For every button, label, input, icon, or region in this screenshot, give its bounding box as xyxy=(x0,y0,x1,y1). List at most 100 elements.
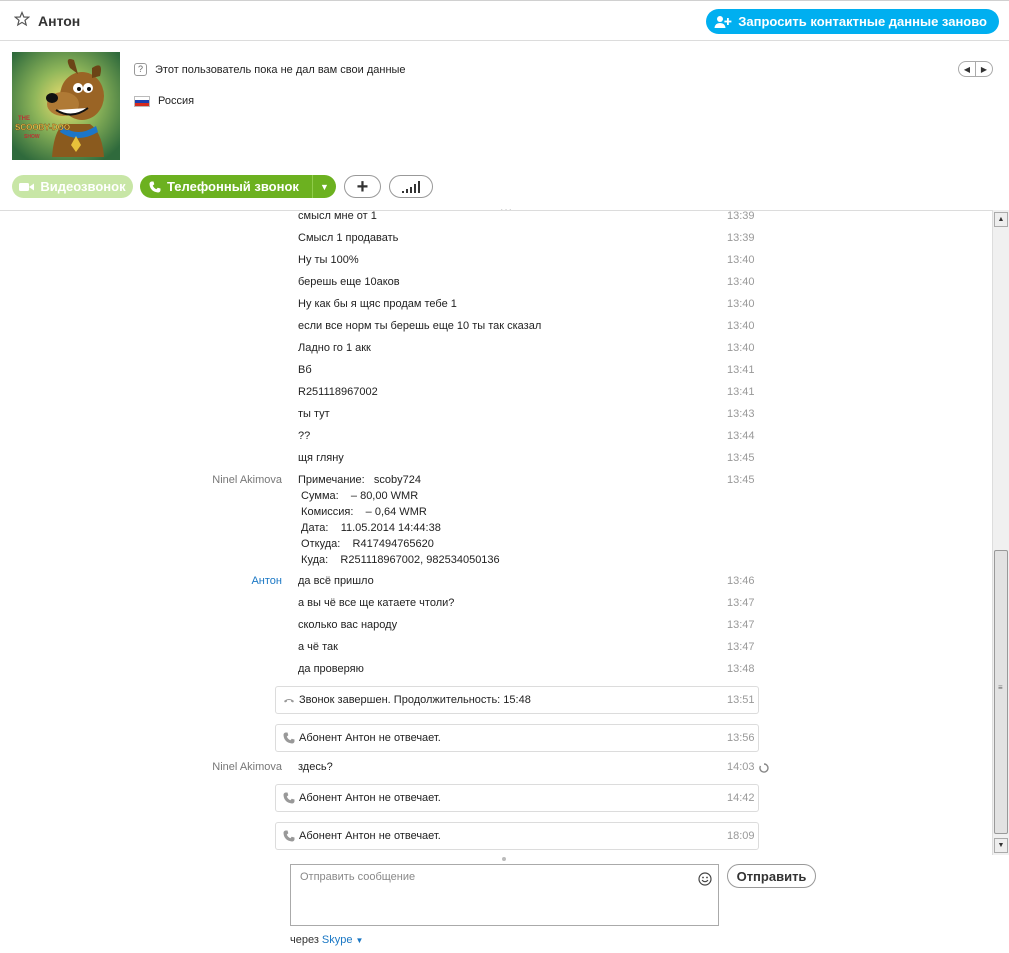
phone-call-dropdown-icon[interactable]: ▼ xyxy=(312,175,336,198)
message-input-placeholder: Отправить сообщение xyxy=(300,871,416,883)
scrollbar-thumb[interactable]: ≡ xyxy=(994,550,1008,834)
message-time: 13:41 xyxy=(727,386,755,398)
message-text: да всё пришло xyxy=(298,575,374,587)
scrollbar-grip-icon: ≡ xyxy=(998,683,1003,692)
message-text: щя гляну xyxy=(298,452,344,464)
missed-call-event: Абонент Антон не отвечает. 18:09 xyxy=(275,822,759,850)
message-text: да проверяю xyxy=(298,663,364,675)
hang-up-icon xyxy=(284,699,294,703)
message-text: Вб xyxy=(298,364,312,376)
note-line: Сумма: – 80,00 WMR xyxy=(298,490,419,502)
message-text: Ну как бы я щяс продам тебе 1 xyxy=(298,298,457,310)
chat-message: если все норм ты берешь еще 10 ты так ск… xyxy=(0,320,992,338)
message-time: 13:40 xyxy=(727,320,755,332)
previous-arrow-icon[interactable]: ◀ xyxy=(959,62,976,76)
message-time: 13:48 xyxy=(727,663,755,675)
message-sender: Ninel Akimova xyxy=(212,474,282,486)
message-text: если все норм ты берешь еще 10 ты так ск… xyxy=(298,320,542,332)
message-input[interactable]: Отправить сообщение xyxy=(290,864,719,926)
add-to-call-button[interactable]: + xyxy=(344,175,381,198)
scroll-up-arrow-icon[interactable]: ▲ xyxy=(994,212,1008,227)
request-contact-details-button[interactable]: Запросить контактные данные заново xyxy=(706,9,999,34)
next-arrow-icon[interactable]: ▶ xyxy=(976,62,992,76)
add-contact-icon xyxy=(714,15,732,28)
contact-avatar[interactable]: THE SCOOBY-DOO SHOW xyxy=(12,52,120,160)
phone-icon xyxy=(283,830,295,842)
system-event-time: 18:09 xyxy=(727,830,755,842)
russia-flag-icon xyxy=(134,95,150,107)
scooby-doo-avatar-image: THE SCOOBY-DOO SHOW xyxy=(12,52,120,160)
chat-scrollbar[interactable]: ▲ ≡ ▼ xyxy=(992,210,1009,855)
question-icon: ? xyxy=(134,63,147,76)
chat-message: ты тут 13:43 xyxy=(0,408,992,426)
chat-message: ?? 13:44 xyxy=(0,430,992,448)
message-text: Ну ты 100% xyxy=(298,254,359,266)
system-event-text: Абонент Антон не отвечает. xyxy=(299,792,441,804)
chat-message: Ну как бы я щяс продам тебе 1 13:40 xyxy=(0,298,992,316)
signal-bars-icon xyxy=(402,180,420,193)
call-quality-button[interactable] xyxy=(389,175,433,198)
payment-note-block: Примечание: scoby724 Сумма: – 80,00 WMR … xyxy=(298,472,500,568)
message-time: 13:44 xyxy=(727,430,755,442)
chat-message: Ну ты 100% 13:40 xyxy=(0,254,992,272)
svg-text:SCOOBY-DOO: SCOOBY-DOO xyxy=(15,123,70,132)
system-event-text: Звонок завершен. Продолжительность: 15:4… xyxy=(299,694,531,706)
message-time: 14:03 xyxy=(727,761,755,773)
chat-message: берешь еще 10аков 13:40 xyxy=(0,276,992,294)
message-time: 13:40 xyxy=(727,342,755,354)
svg-text:SHOW: SHOW xyxy=(24,134,40,140)
message-time: 13:45 xyxy=(727,452,755,464)
message-text: R251118967002 xyxy=(298,386,378,398)
chat-message: а вы чё все ще катаете чтоли? 13:47 xyxy=(0,597,992,615)
chat-message: да проверяю 13:48 xyxy=(0,663,992,681)
missed-call-event: Абонент Антон не отвечает. 14:42 xyxy=(275,784,759,812)
chat-history: смысл мне от 1 13:39 Смысл 1 продавать 13:3… xyxy=(0,210,992,855)
message-text: смысл мне от 1 xyxy=(298,210,377,222)
message-time: 13:39 xyxy=(727,210,755,222)
send-button[interactable]: Отправить xyxy=(727,864,816,888)
phone-call-label: Телефонный звонок xyxy=(167,179,299,194)
chat-message: щя гляну 13:45 xyxy=(0,452,992,470)
message-time: 13:40 xyxy=(727,276,755,288)
chat-message: Ладно го 1 акк 13:40 xyxy=(0,342,992,360)
system-event-time: 14:42 xyxy=(727,792,755,804)
video-call-label: Видеозвонок xyxy=(40,179,126,194)
message-text: ?? xyxy=(298,430,311,442)
message-text: а чё так xyxy=(298,641,338,653)
message-text: сколько вас народу xyxy=(298,619,398,631)
profile-nav-arrows: ◀ ▶ xyxy=(958,61,993,77)
missed-call-event: Абонент Антон не отвечает. 13:56 xyxy=(275,724,759,752)
phone-icon xyxy=(283,732,295,744)
message-time: 13:45 xyxy=(727,474,755,486)
via-service-selector[interactable]: Skype xyxy=(322,934,353,946)
scroll-down-arrow-icon[interactable]: ▼ xyxy=(994,838,1008,853)
message-text: берешь еще 10аков xyxy=(298,276,400,288)
favorite-star-icon[interactable] xyxy=(14,11,30,27)
chat-message: Антон да всё пришло 13:46 xyxy=(0,575,992,593)
system-event-time: 13:51 xyxy=(727,694,755,706)
message-time: 13:40 xyxy=(727,298,755,310)
via-label: через xyxy=(290,934,319,946)
message-text: здесь? xyxy=(298,761,333,773)
note-line: Дата: 11.05.2014 14:44:38 xyxy=(298,522,441,534)
video-call-button[interactable]: Видеозвонок xyxy=(12,175,133,198)
contact-name: Антон xyxy=(38,13,81,29)
phone-call-button[interactable]: Телефонный звонок ▼ xyxy=(140,175,336,198)
chevron-down-icon[interactable]: ▼ xyxy=(355,936,363,946)
note-line: Примечание: scoby724 xyxy=(298,474,421,486)
message-time: 13:46 xyxy=(727,575,755,587)
send-via: через Skype ▼ xyxy=(290,934,363,946)
message-time: 13:40 xyxy=(727,254,755,266)
emoticon-icon[interactable] xyxy=(698,872,712,886)
note-line: Куда: R251118967002, 982534050136 xyxy=(298,554,500,566)
phone-call-main[interactable]: Телефонный звонок xyxy=(140,175,312,198)
composer-resize-handle[interactable] xyxy=(502,857,506,861)
chat-message: смысл мне от 1 13:39 xyxy=(0,210,992,228)
message-sender: Антон xyxy=(251,575,282,587)
chat-message: R251118967002 13:41 xyxy=(0,386,992,404)
contact-country: Россия xyxy=(158,95,195,107)
conversation-header: Антон Запросить контактные данные заново xyxy=(0,0,1009,41)
note-line: Комиссия: – 0,64 WMR xyxy=(298,506,427,518)
svg-text:THE: THE xyxy=(18,116,30,122)
message-time: 13:47 xyxy=(727,619,755,631)
